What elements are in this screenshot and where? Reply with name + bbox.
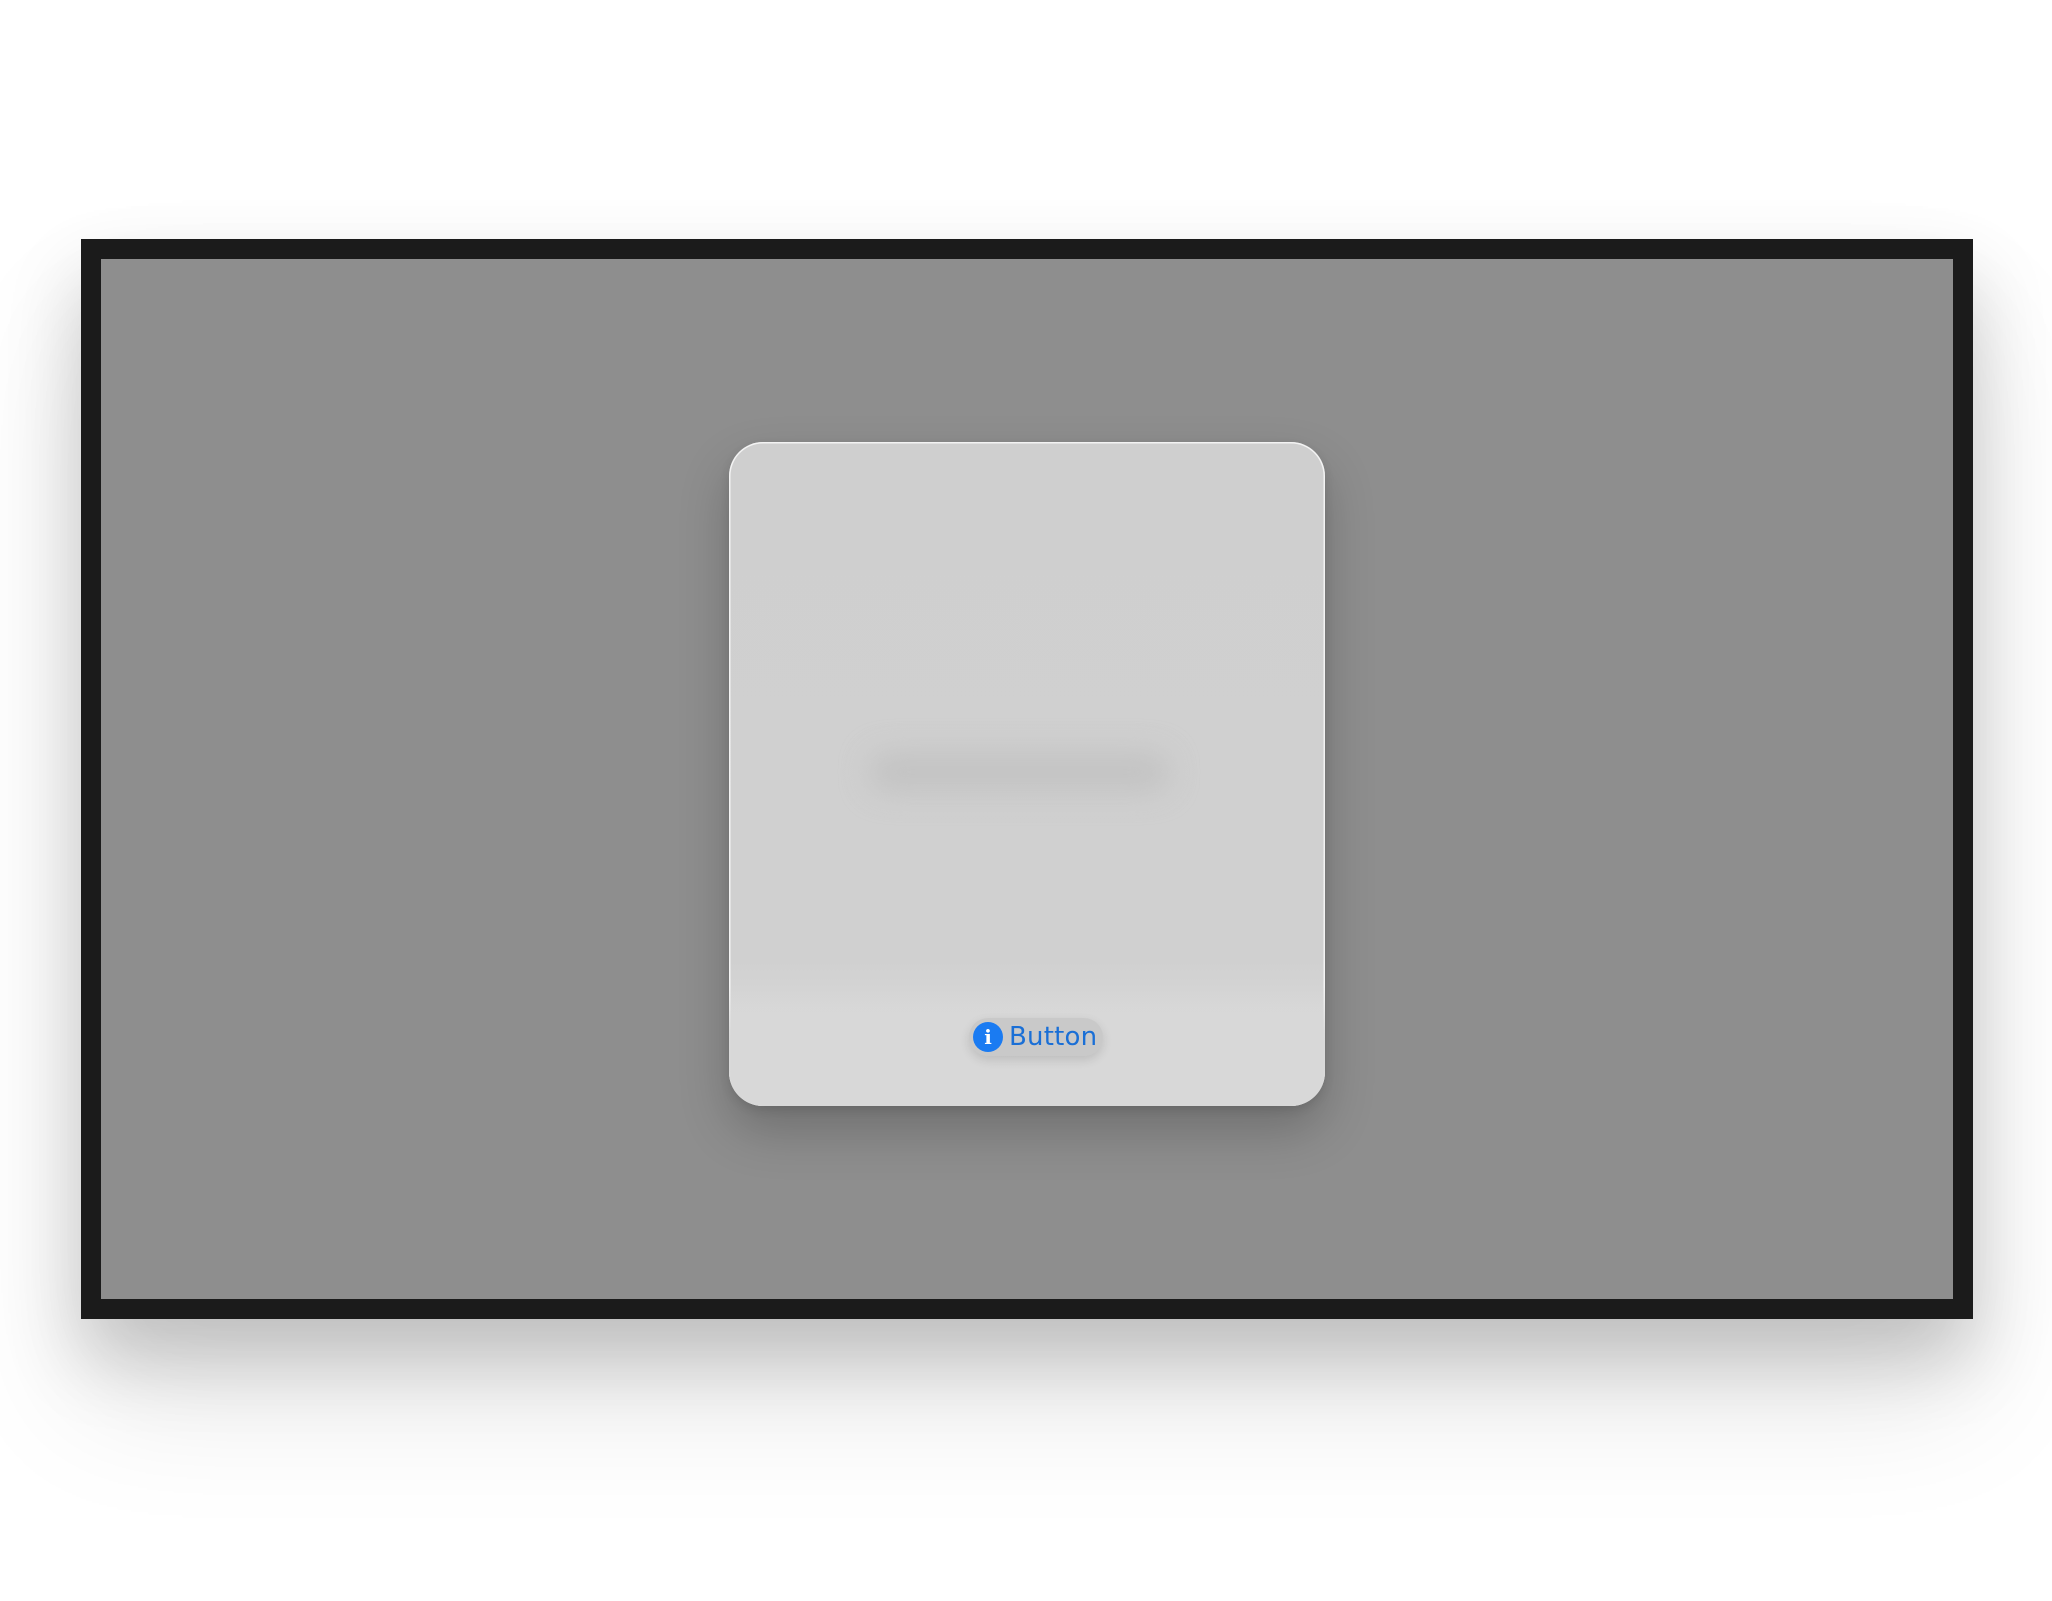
info-circle-icon: i [973, 1022, 1003, 1052]
info-button-label: Button [1009, 1022, 1098, 1052]
stage: i Button [0, 0, 2052, 1601]
focused-card[interactable]: i Button [729, 442, 1325, 1106]
tv-frame: i Button [81, 239, 1973, 1319]
blurred-content-placeholder [869, 752, 1169, 792]
tv-screen: i Button [101, 259, 1953, 1299]
info-button[interactable]: i Button [969, 1018, 1104, 1056]
